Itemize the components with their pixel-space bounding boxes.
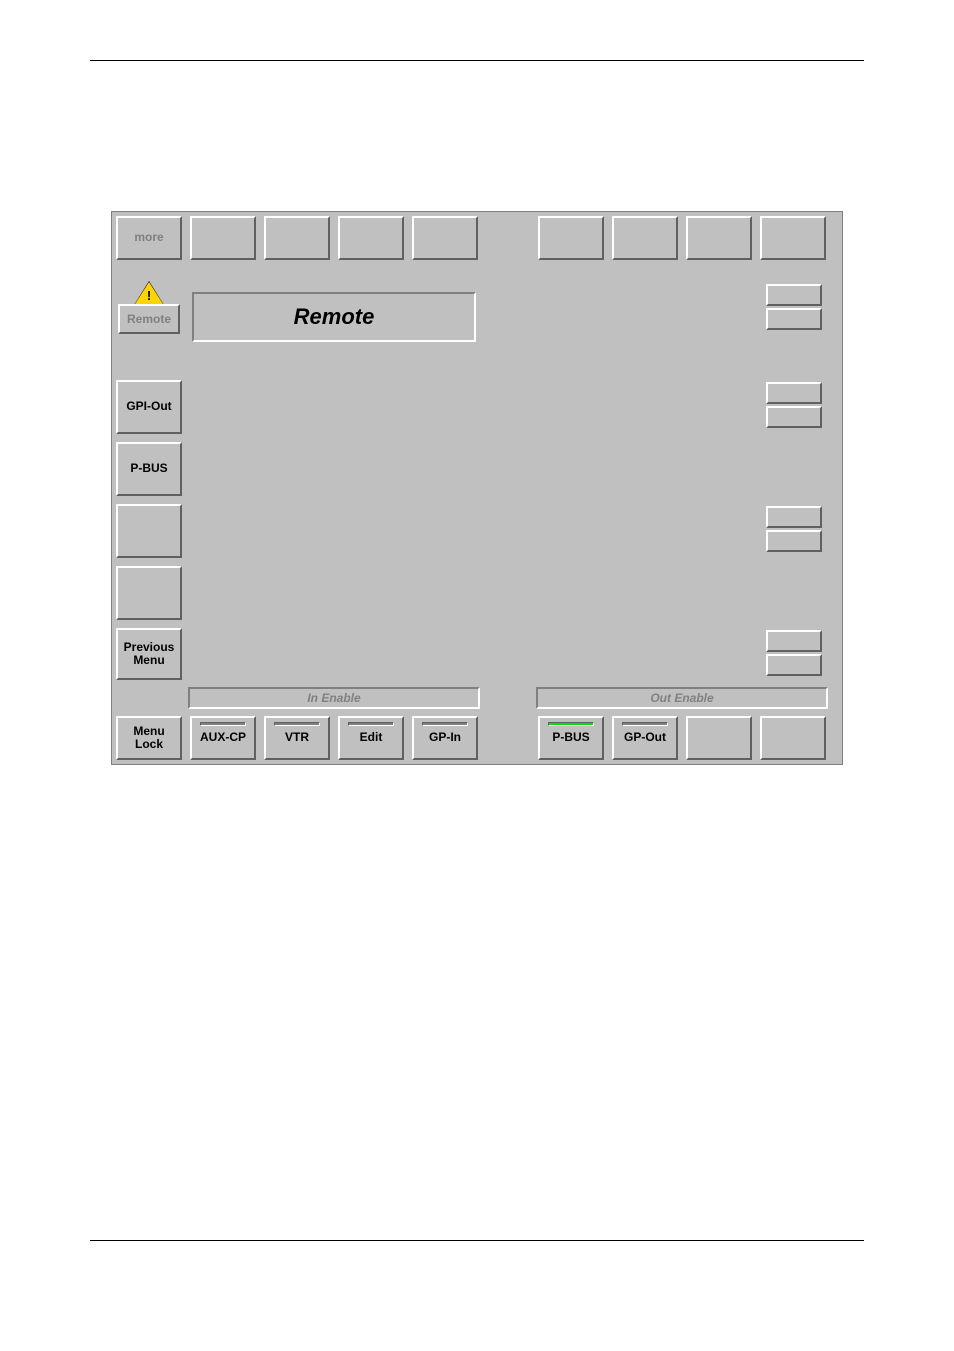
vtr-button[interactable]: VTR	[264, 716, 330, 760]
bottom-empty-2[interactable]	[760, 716, 826, 760]
menu-title-text: Remote	[294, 304, 375, 330]
left-empty-2[interactable]	[116, 566, 182, 620]
right-empty-2b[interactable]	[766, 406, 822, 428]
gp-out-indicator	[622, 722, 668, 726]
gp-out-label: GP-Out	[624, 731, 666, 744]
in-enable-group: In Enable	[188, 687, 480, 709]
top-empty-3[interactable]	[338, 216, 404, 260]
aux-cp-label: AUX-CP	[200, 731, 246, 744]
left-empty-1[interactable]	[116, 504, 182, 558]
edit-label: Edit	[360, 731, 383, 744]
p-bus-left-label: P-BUS	[130, 462, 167, 475]
vtr-label: VTR	[285, 731, 309, 744]
in-enable-text: In Enable	[307, 691, 360, 705]
menu-title: Remote	[192, 292, 476, 342]
right-empty-2a[interactable]	[766, 382, 822, 404]
group-label-row: In Enable Out Enable	[186, 684, 830, 712]
top-empty-4[interactable]	[412, 216, 478, 260]
p-bus-left-button[interactable]: P-BUS	[116, 442, 182, 496]
out-enable-group: Out Enable	[536, 687, 828, 709]
top-empty-2[interactable]	[264, 216, 330, 260]
top-empty-6[interactable]	[612, 216, 678, 260]
previous-menu-label: Previous Menu	[124, 641, 175, 667]
more-label: more	[134, 231, 163, 244]
remote-button[interactable]: Remote	[118, 304, 180, 334]
gpi-out-label: GPI-Out	[126, 400, 171, 413]
right-empty-1b[interactable]	[766, 308, 822, 330]
aux-cp-button[interactable]: AUX-CP	[190, 716, 256, 760]
top-empty-5[interactable]	[538, 216, 604, 260]
edit-indicator	[348, 722, 394, 726]
more-button[interactable]: more	[116, 216, 182, 260]
p-bus-indicator	[548, 722, 594, 726]
bottom-empty-1[interactable]	[686, 716, 752, 760]
right-empty-4b[interactable]	[766, 654, 822, 676]
menu-lock-label: Menu Lock	[133, 725, 164, 751]
top-empty-8[interactable]	[760, 216, 826, 260]
edit-button[interactable]: Edit	[338, 716, 404, 760]
right-empty-3a[interactable]	[766, 506, 822, 528]
bottom-rule	[90, 1240, 864, 1241]
remote-menu-panel: more ! Remote Remote GPI	[111, 211, 843, 765]
right-empty-3b[interactable]	[766, 530, 822, 552]
gpi-out-button[interactable]: GPI-Out	[116, 380, 182, 434]
top-empty-1[interactable]	[190, 216, 256, 260]
aux-cp-indicator	[200, 722, 246, 726]
remote-warning-block: ! Remote	[112, 264, 186, 376]
warning-exclaim: !	[112, 288, 186, 303]
gp-in-button[interactable]: GP-In	[412, 716, 478, 760]
previous-menu-button[interactable]: Previous Menu	[116, 628, 182, 680]
gp-in-label: GP-In	[429, 731, 461, 744]
top-empty-7[interactable]	[686, 216, 752, 260]
gp-in-indicator	[422, 722, 468, 726]
p-bus-label: P-BUS	[552, 731, 589, 744]
p-bus-button[interactable]: P-BUS	[538, 716, 604, 760]
right-empty-4a[interactable]	[766, 630, 822, 652]
right-empty-1a[interactable]	[766, 284, 822, 306]
gp-out-button[interactable]: GP-Out	[612, 716, 678, 760]
menu-lock-button[interactable]: Menu Lock	[116, 716, 182, 760]
vtr-indicator	[274, 722, 320, 726]
document-page: more ! Remote Remote GPI	[0, 0, 954, 1351]
out-enable-text: Out Enable	[650, 691, 713, 705]
remote-label: Remote	[127, 312, 171, 326]
